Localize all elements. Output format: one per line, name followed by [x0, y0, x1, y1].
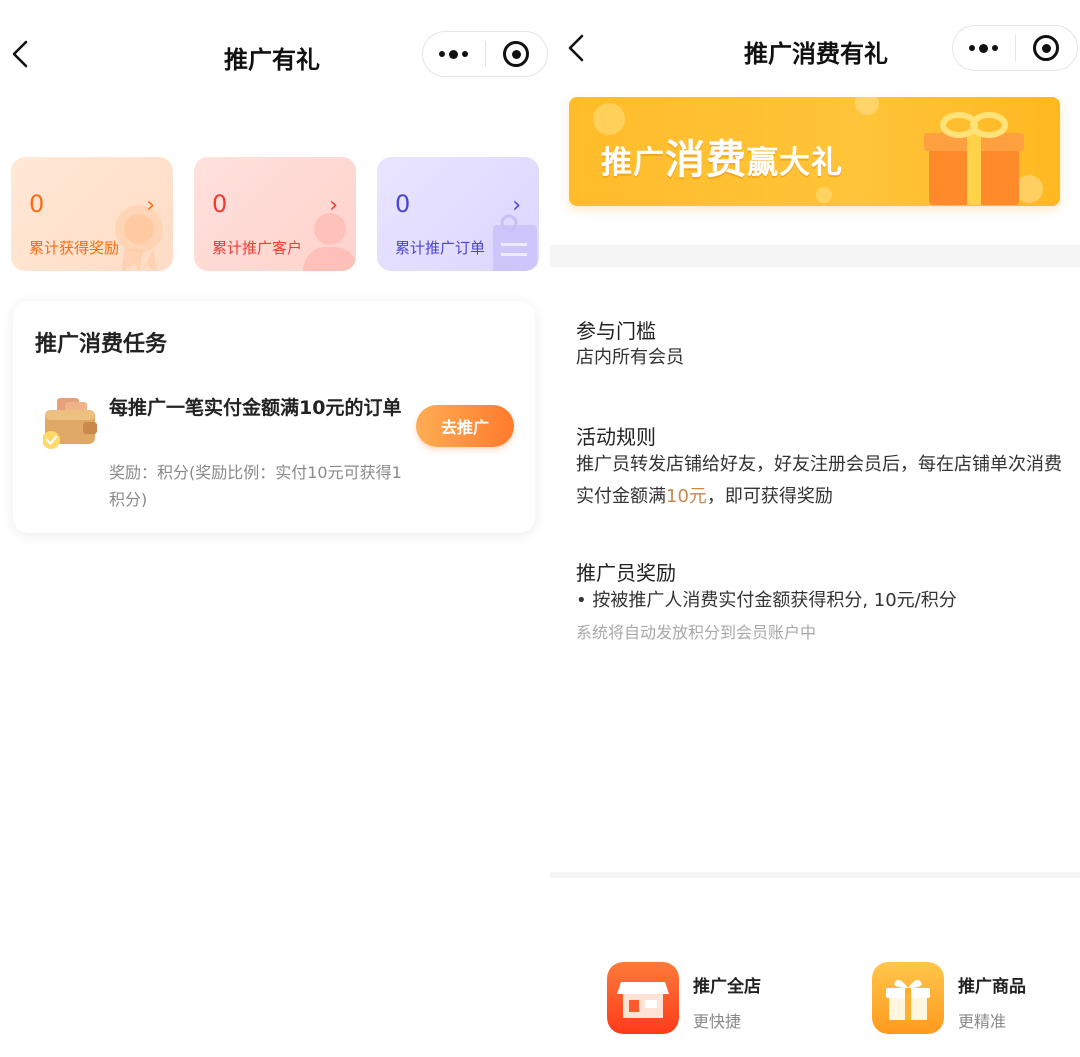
promotion-consumption-screen: 推广消费有礼 推广消费赢大礼 参与门槛 店内所有会员 活动规则 推广员转发店铺给…: [550, 0, 1080, 1057]
chevron-left-icon: [568, 34, 584, 62]
section-divider: [550, 245, 1080, 267]
back-button[interactable]: [2, 34, 42, 74]
promotion-gift-screen: 推广有礼 0 › 累计获得奖励 0 › 累计推广客户 0 › 累计推广订单 推广…: [0, 0, 548, 1057]
mini-program-capsule: [422, 31, 548, 77]
banner-text-part: 赢大礼: [747, 145, 843, 181]
stat-value: 0: [29, 190, 45, 218]
go-promote-button[interactable]: 去推广: [416, 405, 514, 447]
stat-card-orders[interactable]: 0 › 累计推广订单: [377, 157, 539, 271]
reward-title: 推广员奖励: [576, 561, 676, 585]
stat-value: 0: [395, 190, 411, 218]
reward-bullet: • 按被推广人消费实付金额获得积分, 10元/积分: [576, 590, 957, 611]
bottom-item-subtitle: 更精准: [958, 1012, 1007, 1031]
stat-card-customers[interactable]: 0 › 累计推广客户: [194, 157, 356, 271]
user-silhouette-icon: [302, 213, 356, 271]
target-icon: [1033, 35, 1060, 61]
back-button[interactable]: [558, 28, 598, 68]
rules-highlight: 10元: [666, 486, 707, 507]
page-title: 推广消费有礼: [744, 40, 888, 68]
target-icon: [503, 41, 530, 67]
bottom-item-title: 推广全店: [693, 977, 761, 997]
storefront-icon: [607, 962, 679, 1034]
order-document-icon: [493, 214, 537, 271]
page-title: 推广有礼: [224, 46, 320, 74]
stat-card-rewards[interactable]: 0 › 累计获得奖励: [11, 157, 173, 271]
close-button[interactable]: [485, 32, 547, 76]
stat-label: 累计推广订单: [395, 239, 486, 257]
stat-label: 累计获得奖励: [29, 239, 120, 257]
gift-box-icon: [924, 112, 1024, 205]
nav-bar: 推广消费有礼: [550, 0, 1080, 100]
section-divider: [550, 872, 1080, 878]
rules-title: 活动规则: [576, 425, 656, 449]
chevron-right-icon: ›: [329, 193, 338, 218]
more-dots-icon: [439, 49, 469, 59]
task-section-title: 推广消费任务: [35, 332, 168, 357]
bottom-item-subtitle: 更快捷: [693, 1012, 742, 1031]
bottom-item-title: 推广商品: [958, 977, 1026, 997]
promote-store-button[interactable]: 推广全店 更快捷: [607, 962, 807, 1038]
task-reward-text: 奖励：积分(奖励比例：实付10元可获得1积分): [109, 463, 402, 509]
banner-title: 推广消费赢大礼: [601, 127, 843, 185]
more-dots-icon: [969, 43, 999, 53]
chevron-right-icon: ›: [512, 193, 521, 218]
promotion-task-card: 推广消费任务 每推广一笔实付金额满10元的订单 奖励：积分(奖励比例：实付10元…: [13, 301, 535, 533]
rules-text: 推广员转发店铺给好友，好友注册会员后，每在店铺单次消费实付金额满10元，即可获得…: [576, 449, 1066, 513]
rules-text-part: ，即可获得奖励: [706, 486, 833, 507]
chevron-right-icon: ›: [146, 193, 155, 218]
close-button[interactable]: [1015, 26, 1077, 70]
gift-box-icon: [872, 962, 944, 1034]
stat-value: 0: [212, 190, 228, 218]
award-badge-icon: [115, 205, 163, 271]
wallet-icon: [43, 398, 97, 449]
stat-label: 累计推广客户: [212, 239, 303, 257]
task-description: 每推广一笔实付金额满10元的订单: [109, 397, 402, 419]
chevron-left-icon: [12, 40, 28, 68]
reward-note: 系统将自动发放积分到会员账户中: [576, 623, 817, 642]
nav-bar: 推广有礼: [0, 0, 548, 100]
promo-banner[interactable]: 推广消费赢大礼: [569, 97, 1060, 206]
more-button[interactable]: [423, 32, 485, 76]
banner-text-part: 推广: [601, 145, 665, 181]
promote-product-button[interactable]: 推广商品 更精准: [872, 962, 1072, 1038]
mini-program-capsule: [952, 25, 1078, 71]
banner-text-emphasis: 消费: [665, 137, 747, 183]
threshold-title: 参与门槛: [576, 319, 656, 343]
threshold-text: 店内所有会员: [576, 347, 684, 368]
more-button[interactable]: [953, 26, 1015, 70]
